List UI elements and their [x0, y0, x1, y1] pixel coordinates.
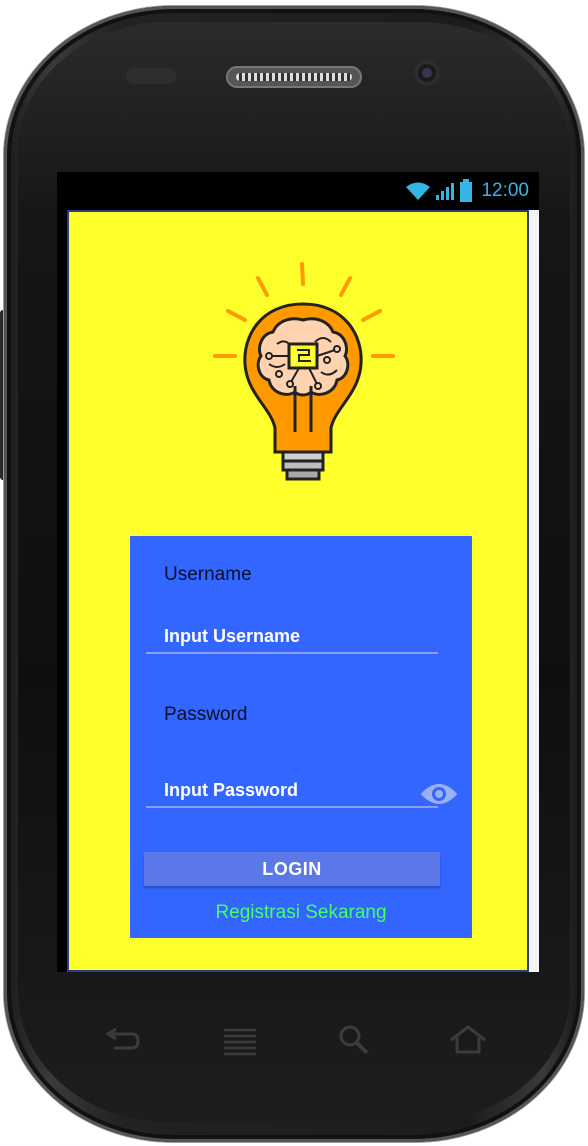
screen-edge [529, 210, 539, 972]
password-label: Password [164, 704, 248, 725]
menu-icon[interactable] [222, 1026, 258, 1056]
proximity-sensor [126, 68, 176, 84]
login-button[interactable]: LOGIN [144, 852, 440, 886]
login-card: Username Input Username Password Input P… [130, 536, 472, 938]
speaker-grill [236, 73, 352, 81]
register-link[interactable]: Registrasi Sekarang [130, 902, 472, 924]
username-label: Username [164, 564, 252, 585]
username-input[interactable]: Input Username [164, 626, 300, 647]
password-underline [146, 806, 438, 808]
eye-icon[interactable] [420, 782, 458, 806]
password-input[interactable]: Input Password [164, 780, 298, 801]
app-content: Username Input Username Password Input P… [67, 210, 529, 972]
home-icon[interactable] [448, 1024, 488, 1056]
back-icon[interactable] [104, 1028, 142, 1054]
app-screen: Username Input Username Password Input P… [57, 172, 539, 972]
front-camera [414, 60, 440, 86]
username-underline [146, 652, 438, 654]
lightbulb-brain-icon [213, 262, 395, 481]
search-icon[interactable] [338, 1024, 370, 1056]
navigation-keys [0, 1010, 588, 1070]
